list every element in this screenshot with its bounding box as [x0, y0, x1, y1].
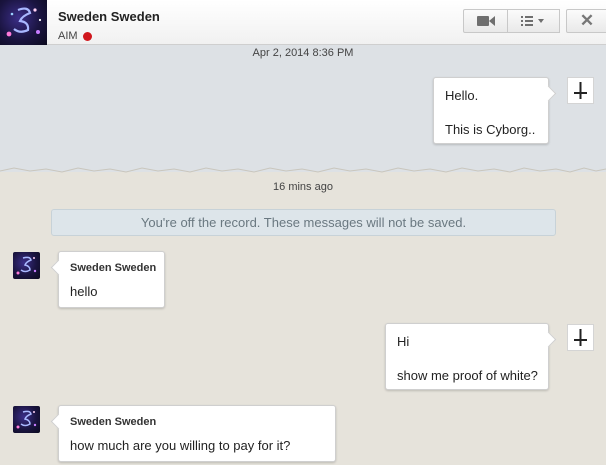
- video-call-button[interactable]: [463, 9, 508, 33]
- options-menu-button[interactable]: [508, 9, 560, 33]
- contact-name: Sweden Sweden: [58, 9, 160, 24]
- status-indicator: [82, 31, 92, 41]
- message-text: This is Cyborg..: [445, 122, 536, 137]
- chat-header: Sweden Sweden AIM ✕: [0, 0, 606, 45]
- message-bubble-contact: Sweden Sweden how much are you willing t…: [50, 405, 336, 462]
- list-menu-icon: [520, 16, 544, 26]
- contact-avatar-small: [13, 252, 40, 279]
- close-icon: ✕: [579, 11, 595, 30]
- message-text: hello: [70, 284, 98, 299]
- message-text: show me proof of white?: [397, 368, 538, 383]
- close-button[interactable]: ✕: [566, 9, 606, 33]
- self-avatar: [567, 77, 594, 104]
- service-label: AIM: [58, 30, 78, 42]
- message-text: Hello.: [445, 88, 479, 103]
- message-text: Hi: [397, 334, 410, 349]
- dagger-icon: [574, 82, 587, 99]
- message-bubble-self: Hi show me proof of white?: [385, 323, 557, 390]
- message-bubble-contact: Sweden Sweden hello: [50, 251, 165, 308]
- self-avatar: [567, 324, 594, 351]
- chevron-down-icon: [537, 19, 544, 23]
- torn-paper-edge: [0, 160, 606, 173]
- contact-service: AIM: [58, 30, 92, 42]
- contact-avatar-small: [13, 406, 40, 433]
- contact-avatar[interactable]: [0, 0, 47, 45]
- message-bubble-self: Hello. This is Cyborg..: [433, 77, 557, 144]
- dagger-icon: [574, 329, 587, 346]
- message-sender: Sweden Sweden: [70, 416, 157, 428]
- off-record-notice: You're off the record. These messages wi…: [51, 209, 556, 236]
- history-timestamp: Apr 2, 2014 8:36 PM: [252, 47, 354, 59]
- message-sender: Sweden Sweden: [70, 262, 157, 274]
- message-text: how much are you willing to pay for it?: [70, 438, 291, 453]
- video-camera-icon: [476, 16, 495, 26]
- session-timestamp: 16 mins ago: [273, 181, 333, 193]
